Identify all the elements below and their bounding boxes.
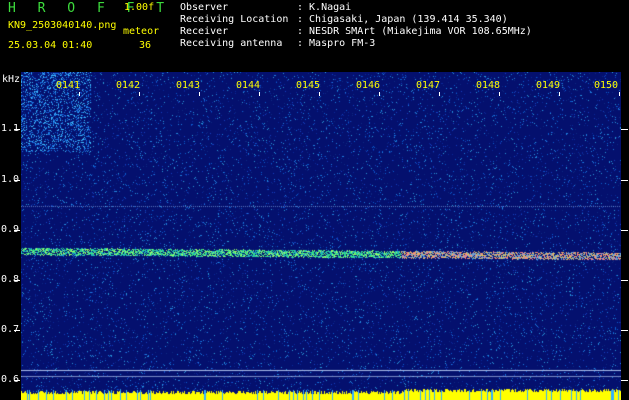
spectrogram-display <box>21 72 621 400</box>
x-tick-mark <box>259 92 260 96</box>
x-tick-mark <box>499 92 500 96</box>
x-tick-mark <box>619 92 620 96</box>
header-panel: H R O F F T 1.00f KN9_2503040140.png met… <box>0 0 629 72</box>
y-tick-mark <box>14 230 20 231</box>
info-key-observer: Observer <box>180 2 229 13</box>
x-tick-label: 0145 <box>296 80 321 91</box>
y-tick-mark <box>14 129 20 130</box>
x-tick-label: 0148 <box>476 80 501 91</box>
x-tick-mark <box>379 92 380 96</box>
y-tick-mark <box>14 180 20 181</box>
app-version: 1.00f <box>124 2 155 13</box>
right-tick-mark <box>621 380 628 381</box>
x-tick-label: 0143 <box>176 80 201 91</box>
y-tick-mark <box>14 330 20 331</box>
x-tick-mark <box>139 92 140 96</box>
right-tick-mark <box>621 280 628 281</box>
right-tick-mark <box>621 129 628 130</box>
x-tick-label: 0150 <box>594 80 619 91</box>
info-value-observer: : K.Nagai <box>297 2 352 13</box>
x-tick-mark <box>559 92 560 96</box>
x-tick-mark <box>79 92 80 96</box>
y-tick-mark <box>14 280 20 281</box>
x-tick-mark <box>199 92 200 96</box>
y-axis-unit: kHz <box>2 74 21 85</box>
x-tick-label: 0144 <box>236 80 261 91</box>
right-tick-mark <box>621 230 628 231</box>
x-tick-label: 0141 <box>56 80 81 91</box>
file-name: KN9_2503040140.png <box>8 20 117 31</box>
right-axis <box>621 72 629 400</box>
date-time: 25.03.04 01:40 <box>8 40 93 51</box>
x-tick-label: 0142 <box>116 80 141 91</box>
info-value-antenna: : Maspro FM-3 <box>297 38 376 49</box>
info-value-receiver: : NESDR SMArt (Miakejima VOR 108.65MHz) <box>297 26 532 37</box>
x-tick-mark <box>319 92 320 96</box>
right-tick-mark <box>621 330 628 331</box>
x-tick-mark <box>439 92 440 96</box>
x-tick-label: 0149 <box>536 80 561 91</box>
info-value-location: : Chigasaki, Japan (139.414 35.340) <box>297 14 508 25</box>
x-tick-label: 0146 <box>356 80 381 91</box>
meteor-count: 36 <box>139 40 152 51</box>
info-key-receiver: Receiver <box>180 26 229 37</box>
right-tick-mark <box>621 180 628 181</box>
meteor-label: meteor <box>123 26 160 37</box>
y-axis <box>0 72 21 400</box>
y-tick-mark <box>14 380 20 381</box>
info-key-antenna: Receiving antenna <box>180 38 283 49</box>
spectrogram-canvas <box>21 72 621 400</box>
x-tick-label: 0147 <box>416 80 441 91</box>
info-key-location: Receiving Location <box>180 14 289 25</box>
